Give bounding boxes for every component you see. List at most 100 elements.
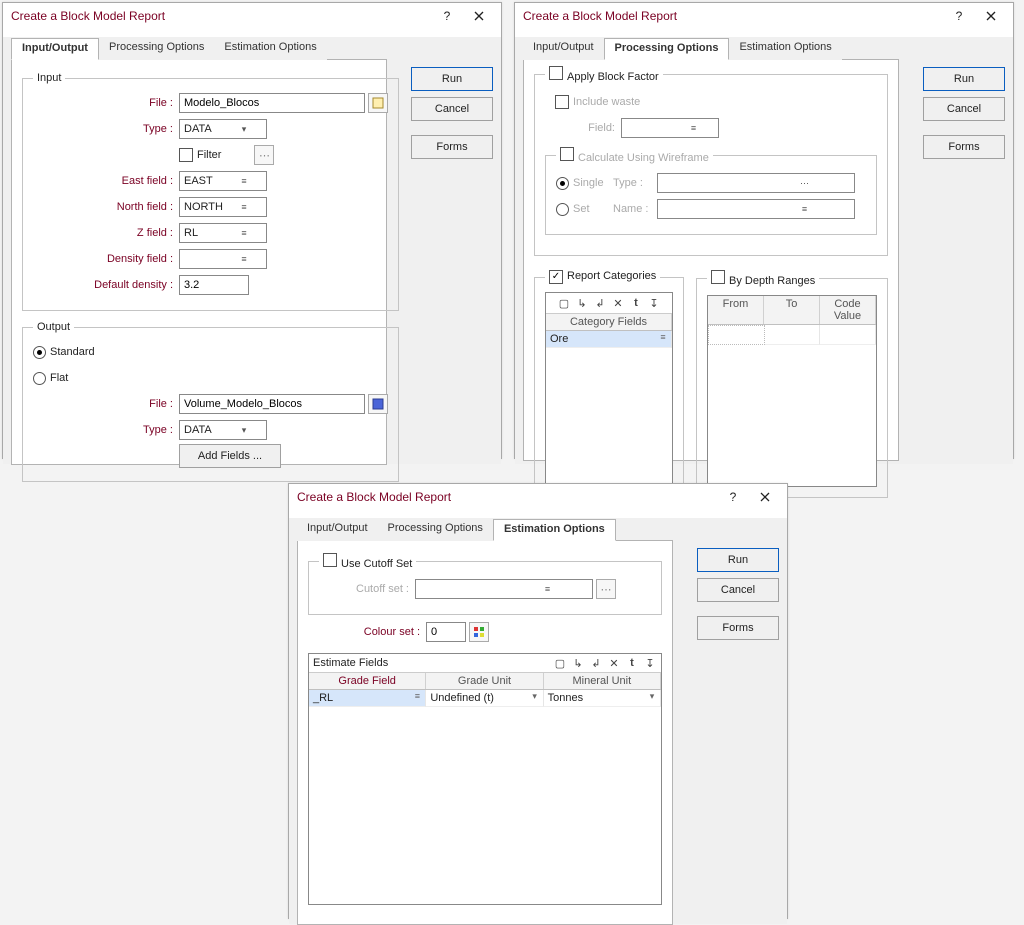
tab-processing-options[interactable]: Processing Options	[604, 38, 730, 60]
tab-input-output[interactable]: Input/Output	[297, 519, 378, 541]
forms-button[interactable]: Forms	[923, 135, 1005, 159]
help-button[interactable]: ?	[431, 4, 463, 28]
field-select: ≡	[621, 118, 719, 138]
north-field-select[interactable]: NORTH≡	[179, 197, 267, 217]
include-waste-label: Include waste	[573, 96, 640, 108]
tab-input-output[interactable]: Input/Output	[11, 38, 99, 60]
close-button[interactable]	[975, 4, 1007, 28]
insert-row-icon[interactable]: ↳	[575, 296, 589, 310]
out-type-label: Type :	[33, 424, 179, 436]
cancel-button[interactable]: Cancel	[697, 578, 779, 602]
run-button[interactable]: Run	[923, 67, 1005, 91]
add-fields-button[interactable]: Add Fields ...	[179, 444, 281, 468]
apply-block-factor-checkbox[interactable]	[549, 66, 563, 80]
title: Create a Block Model Report	[11, 9, 431, 23]
east-field-select[interactable]: EAST≡	[179, 171, 267, 191]
default-density-label: Default density :	[33, 279, 179, 291]
tab-processing-options[interactable]: Processing Options	[99, 38, 214, 60]
default-density-input[interactable]	[179, 275, 249, 295]
help-button[interactable]: ?	[717, 485, 749, 509]
output-type-select[interactable]: DATA▾	[179, 420, 267, 440]
estimate-fields-label: Estimate Fields	[313, 657, 553, 669]
type-label: Type :	[33, 123, 179, 135]
depth-ranges-label: By Depth Ranges	[729, 275, 815, 287]
calc-wireframe-label: Calculate Using Wireframe	[578, 152, 709, 164]
run-button[interactable]: Run	[697, 548, 779, 572]
depth-ranges-checkbox[interactable]	[711, 270, 725, 284]
input-file[interactable]	[179, 93, 365, 113]
out-file-pick-icon[interactable]	[368, 394, 388, 414]
radio-set-label: Set	[573, 203, 613, 215]
include-waste-checkbox	[555, 95, 569, 109]
filter-checkbox[interactable]	[179, 148, 193, 162]
radio-standard[interactable]	[33, 346, 46, 359]
tab-estimation-options[interactable]: Estimation Options	[214, 38, 326, 60]
filter-label: Filter	[197, 149, 221, 161]
cancel-button[interactable]: Cancel	[411, 97, 493, 121]
depth-ranges-group: By Depth Ranges From To Code Value	[696, 270, 888, 498]
title: Create a Block Model Report	[297, 490, 717, 504]
cutoff-browse-icon: ⋯	[596, 579, 616, 599]
north-label: North field :	[33, 201, 179, 213]
tab-estimation-options[interactable]: Estimation Options	[493, 519, 616, 541]
run-button[interactable]: Run	[411, 67, 493, 91]
radio-single-label: Single	[573, 177, 613, 189]
density-label: Density field :	[33, 253, 179, 265]
category-row[interactable]: Ore≡	[546, 331, 672, 348]
tab-estimation-options[interactable]: Estimation Options	[729, 38, 841, 60]
forms-button[interactable]: Forms	[697, 616, 779, 640]
colour-pick-icon[interactable]	[469, 622, 489, 642]
estimate-fields-grid: Estimate Fields ▢ ↳ ↲ ✕ t ↧ Grade Field …	[308, 653, 662, 905]
move-up-icon[interactable]: t	[625, 656, 639, 670]
move-down-icon[interactable]: ↧	[647, 296, 661, 310]
tab-input-output[interactable]: Input/Output	[523, 38, 604, 60]
cancel-button[interactable]: Cancel	[923, 97, 1005, 121]
radio-flat[interactable]	[33, 372, 46, 385]
insert-after-icon[interactable]: ↲	[589, 656, 603, 670]
depth-row	[708, 325, 876, 345]
grid-row[interactable]: _RL≡ Undefined (t)▾ Tonnes▾	[309, 690, 661, 707]
category-fields-header: Category Fields	[546, 314, 672, 330]
dialog-processing-options: Create a Block Model Report ? Run Cancel…	[514, 2, 1014, 459]
output-group: Output Standard Flat File :	[22, 321, 399, 482]
use-cutoff-set-checkbox[interactable]	[323, 553, 337, 567]
close-button[interactable]	[749, 485, 781, 509]
report-categories-checkbox[interactable]	[549, 270, 563, 284]
depth-col-codevalue: Code Value	[820, 296, 876, 324]
calc-wireframe-checkbox	[560, 147, 574, 161]
z-field-select[interactable]: RL≡	[179, 223, 267, 243]
density-field-select[interactable]: ≡	[179, 249, 267, 269]
use-cutoff-set-label: Use Cutoff Set	[341, 558, 412, 570]
colour-set-input[interactable]	[426, 622, 466, 642]
col-mineral-unit: Mineral Unit	[544, 673, 661, 689]
filter-browse-icon: ⋯	[254, 145, 274, 165]
file-label: File :	[33, 97, 179, 109]
east-label: East field :	[33, 175, 179, 187]
tab-processing-options[interactable]: Processing Options	[378, 519, 493, 541]
insert-row-icon[interactable]: ↳	[571, 656, 585, 670]
col-grade-unit: Grade Unit	[426, 673, 543, 689]
report-categories-group: Report Categories ▢ ↳ ↲ ✕ t ↧ Category F…	[534, 270, 684, 498]
wire-type-select: ⋯	[657, 173, 855, 193]
insert-after-icon[interactable]: ↲	[593, 296, 607, 310]
input-type-select[interactable]: DATA▾	[179, 119, 267, 139]
move-down-icon[interactable]: ↧	[643, 656, 657, 670]
delete-row-icon[interactable]: ✕	[611, 296, 625, 310]
delete-row-icon[interactable]: ✕	[607, 656, 621, 670]
move-up-icon[interactable]: t	[629, 296, 643, 310]
apply-block-group: Apply Block Factor Include waste Field: …	[534, 66, 888, 256]
radio-standard-label: Standard	[50, 346, 95, 358]
apply-block-factor-label: Apply Block Factor	[567, 71, 659, 83]
field-label: Field:	[545, 122, 621, 134]
help-button[interactable]: ?	[943, 4, 975, 28]
output-file[interactable]	[179, 394, 365, 414]
radio-set	[556, 203, 569, 216]
new-row-icon[interactable]: ▢	[557, 296, 571, 310]
radio-single	[556, 177, 569, 190]
close-button[interactable]	[463, 4, 495, 28]
new-row-icon[interactable]: ▢	[553, 656, 567, 670]
forms-button[interactable]: Forms	[411, 135, 493, 159]
browse-file-icon[interactable]	[368, 93, 388, 113]
radio-flat-label: Flat	[50, 372, 68, 384]
colour-set-label: Colour set :	[308, 626, 426, 638]
